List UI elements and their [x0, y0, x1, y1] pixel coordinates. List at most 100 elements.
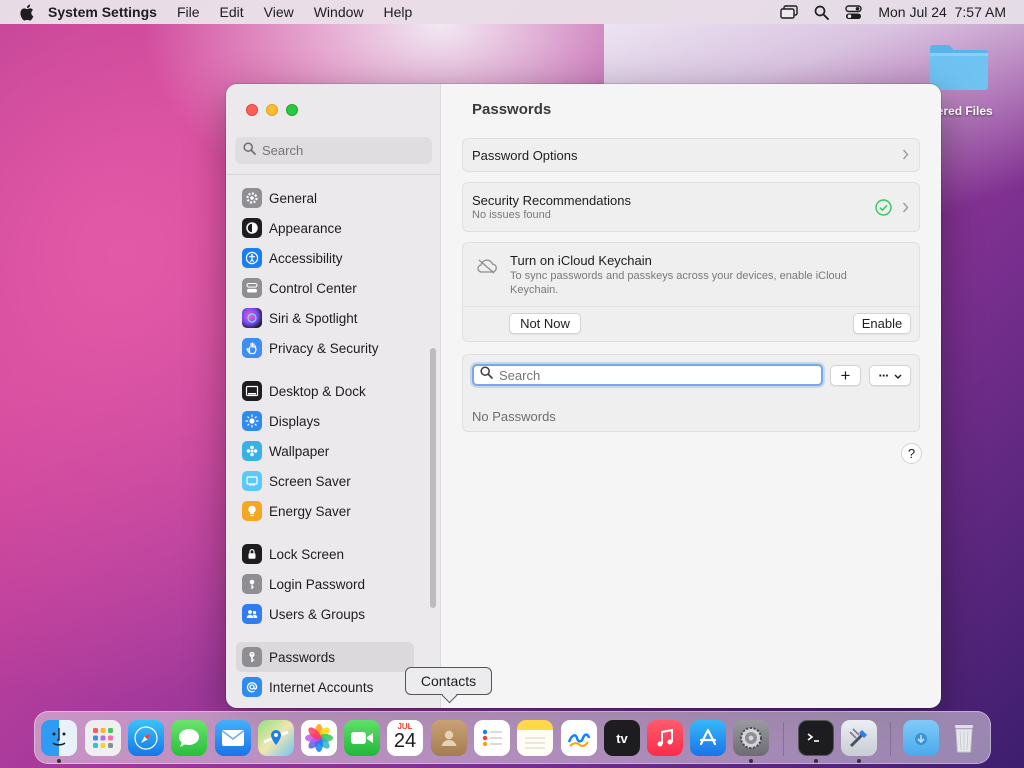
sidebar-item-siri[interactable]: Siri & Spotlight [236, 303, 426, 333]
security-recommendations-row[interactable]: Security Recommendations No issues found [462, 182, 920, 232]
calendar-icon[interactable]: JUL 24 [387, 720, 423, 756]
sidebar-item-energy-saver[interactable]: Energy Saver [236, 496, 426, 526]
sidebar-item-general[interactable]: General [236, 183, 426, 213]
menu-view[interactable]: View [254, 4, 304, 20]
sidebar-item-screen-saver[interactable]: Screen Saver [236, 466, 426, 496]
chevron-right-icon [902, 148, 909, 163]
menu-help[interactable]: Help [374, 4, 423, 20]
screen-mirroring-icon[interactable] [780, 5, 799, 19]
sidebar-item-users-groups[interactable]: Users & Groups [236, 599, 426, 629]
menu-app-name[interactable]: System Settings [40, 4, 167, 20]
app-store-icon[interactable] [690, 720, 726, 756]
sidebar-item-displays[interactable]: Displays [236, 406, 426, 436]
tv-label: tv [616, 730, 628, 746]
sidebar-item-label: Users & Groups [269, 606, 366, 622]
keychain-divider [463, 306, 919, 307]
key-icon [242, 647, 262, 667]
enable-button[interactable]: Enable [853, 313, 911, 334]
sidebar-item-accessibility[interactable]: Accessibility [236, 243, 426, 273]
menu-datetime[interactable]: Mon Jul 24 7:57 AM [878, 4, 1006, 20]
dock-separator [783, 722, 784, 756]
maps-icon[interactable] [258, 720, 294, 756]
apple-menu-icon[interactable] [12, 4, 40, 21]
page-title: Passwords [472, 101, 552, 118]
downloads-folder-icon[interactable] [903, 720, 939, 756]
terminal-icon[interactable] [798, 720, 834, 756]
keychain-title: Turn on iCloud Keychain [510, 253, 652, 268]
icloud-keychain-card: Turn on iCloud Keychain To sync password… [462, 242, 920, 342]
sidebar-item-label: Wallpaper [269, 443, 330, 459]
menu-file[interactable]: File [167, 4, 210, 20]
sidebar-item-label: Screen Saver [269, 473, 351, 489]
mail-icon[interactable] [215, 720, 251, 756]
trash-icon[interactable] [946, 720, 982, 756]
cloud-slash-icon [476, 258, 498, 279]
sidebar: General Appearance Accessibility Control… [226, 84, 441, 708]
sidebar-item-login-password[interactable]: Login Password [236, 569, 426, 599]
sidebar-item-passwords[interactable]: Passwords [236, 642, 414, 672]
sidebar-item-control-center[interactable]: Control Center [236, 273, 426, 303]
sidebar-item-label: Control Center [269, 280, 357, 296]
sidebar-item-label: Displays [269, 413, 321, 429]
launchpad-icon[interactable] [85, 720, 121, 756]
running-indicator [814, 759, 818, 763]
photos-icon[interactable] [301, 720, 337, 756]
login-password-icon [242, 574, 262, 594]
contacts-icon[interactable] [431, 720, 467, 756]
password-options-label: Password Options [472, 148, 578, 163]
help-button[interactable]: ? [901, 443, 922, 464]
window-controls [246, 104, 298, 116]
sidebar-item-desktop-dock[interactable]: Desktop & Dock [236, 376, 426, 406]
sidebar-scrollbar[interactable] [430, 348, 436, 608]
system-settings-icon[interactable] [733, 720, 769, 756]
minimize-button[interactable] [266, 104, 278, 116]
more-options-button[interactable]: ··· [869, 365, 911, 386]
messages-icon[interactable] [171, 720, 207, 756]
script-editor-icon[interactable] [841, 720, 877, 756]
passwords-search[interactable] [472, 364, 823, 386]
freeform-icon[interactable] [561, 720, 597, 756]
sidebar-item-label: Privacy & Security [269, 340, 379, 356]
passwords-search-input[interactable] [499, 367, 799, 383]
password-options-row[interactable]: Password Options [462, 138, 920, 172]
sun-icon [242, 411, 262, 431]
sidebar-item-lock-screen[interactable]: Lock Screen [236, 539, 426, 569]
notes-icon[interactable] [517, 720, 553, 756]
checkmark-circle-icon [875, 199, 892, 221]
appearance-icon [242, 218, 262, 238]
sidebar-item-label: Login Password [269, 576, 366, 592]
lightbulb-icon [242, 501, 262, 521]
menu-window[interactable]: Window [304, 4, 374, 20]
sidebar-item-label: Appearance [269, 220, 342, 236]
dock-separator [890, 722, 891, 756]
zoom-button[interactable] [286, 104, 298, 116]
sidebar-item-appearance[interactable]: Appearance [236, 213, 426, 243]
mouse-cursor-icon [452, 762, 460, 768]
running-indicator [857, 759, 861, 763]
flower-icon [242, 441, 262, 461]
dock-icon [242, 381, 262, 401]
siri-icon [242, 308, 262, 328]
not-now-button[interactable]: Not Now [509, 313, 581, 334]
spotlight-search-icon[interactable] [814, 5, 830, 20]
music-icon[interactable] [647, 720, 683, 756]
menu-edit[interactable]: Edit [210, 4, 254, 20]
apple-tv-icon[interactable]: tv [604, 720, 640, 756]
sidebar-search[interactable] [235, 137, 432, 164]
facetime-icon[interactable] [344, 720, 380, 756]
sidebar-item-internet-accounts[interactable]: Internet Accounts [236, 672, 426, 702]
sidebar-search-input[interactable] [262, 143, 412, 158]
sidebar-item-wallpaper[interactable]: Wallpaper [236, 436, 426, 466]
control-center-icon[interactable] [845, 4, 863, 20]
reminders-icon[interactable] [474, 720, 510, 756]
finder-icon[interactable] [41, 720, 77, 756]
sidebar-item-privacy-security[interactable]: Privacy & Security [236, 333, 426, 363]
add-password-button[interactable]: + [830, 365, 861, 386]
hand-icon [242, 338, 262, 358]
screen-saver-icon [242, 471, 262, 491]
close-button[interactable] [246, 104, 258, 116]
safari-icon[interactable] [128, 720, 164, 756]
